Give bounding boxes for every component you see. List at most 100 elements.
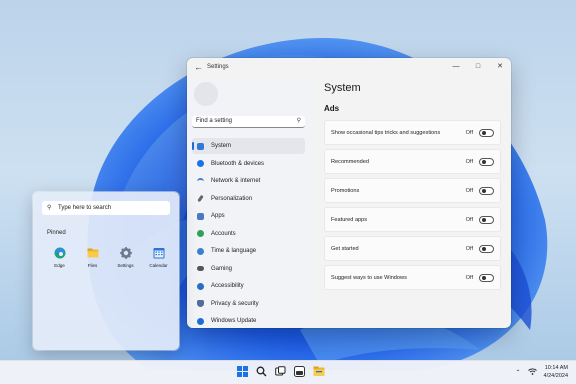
setting-row-featured-apps[interactable]: Featured apps Off — [324, 207, 501, 232]
title-bar: ← Settings — □ ✕ — [187, 58, 511, 78]
start-menu: ⚲ Type here to search Pinned Edge Files … — [33, 192, 179, 350]
sidebar-item-gaming[interactable]: Gaming — [192, 261, 305, 277]
search-icon: ⚲ — [296, 118, 301, 124]
toggle-state: Off — [465, 129, 473, 136]
sidebar-item-label: Network & internet — [211, 178, 261, 184]
find-setting-input[interactable]: Find a setting ⚲ — [192, 116, 305, 128]
toggle-state: Off — [465, 158, 473, 165]
search-icon: ⚲ — [47, 205, 52, 211]
sidebar-item-accessibility[interactable]: Accessibility — [192, 278, 305, 294]
sidebar-item-apps[interactable]: Apps — [192, 208, 305, 224]
widgets-icon — [294, 364, 305, 382]
search-placeholder: Type here to search — [58, 205, 112, 211]
pinned-app-calendar[interactable]: Calendar — [142, 246, 175, 268]
wifi-icon — [197, 177, 204, 185]
settings-nav: System Bluetooth & devices Network & int… — [192, 138, 305, 328]
globe-icon — [197, 247, 204, 255]
task-view-button[interactable] — [271, 365, 290, 381]
app-name: Files — [87, 263, 98, 268]
clock-time: 10:14 AM — [544, 365, 568, 371]
toggle-switch[interactable] — [479, 273, 494, 282]
sidebar-item-system[interactable]: System — [192, 138, 305, 154]
apps-icon — [197, 212, 204, 220]
sidebar-item-label: System — [211, 143, 232, 149]
toggle-state: Off — [465, 187, 473, 194]
brush-icon — [197, 194, 204, 203]
sidebar-item-network[interactable]: Network & internet — [192, 173, 305, 189]
close-icon[interactable]: ✕ — [489, 58, 511, 74]
setting-label: Show occasional tips tricks and suggesti… — [331, 129, 441, 136]
person-icon — [197, 230, 204, 237]
shield-icon — [197, 300, 204, 307]
start-button[interactable] — [233, 365, 252, 381]
sidebar-item-privacy[interactable]: Privacy & security — [192, 296, 305, 312]
sidebar-item-windows-update[interactable]: Windows Update — [192, 313, 305, 328]
settings-sidebar: Find a setting ⚲ System Bluetooth & devi… — [187, 78, 313, 328]
toggle-switch[interactable] — [479, 128, 494, 137]
pinned-app-edge[interactable]: Edge — [43, 246, 76, 268]
sidebar-item-bluetooth[interactable]: Bluetooth & devices — [192, 156, 305, 172]
toggle-state: Off — [465, 274, 473, 281]
maximize-icon[interactable]: □ — [467, 58, 489, 74]
setting-label: Get started — [331, 245, 359, 252]
sidebar-item-time-language[interactable]: Time & language — [192, 243, 305, 259]
controller-icon — [197, 266, 204, 271]
app-name: Calendar — [149, 263, 168, 268]
toggle-state: Off — [465, 245, 473, 252]
setting-label: Suggest ways to use Windows — [331, 274, 407, 281]
settings-window: ← Settings — □ ✕ Find a setting ⚲ System… — [187, 58, 511, 328]
window-title: Settings — [207, 64, 229, 70]
sidebar-item-label: Apps — [211, 213, 225, 219]
toggle-switch[interactable] — [479, 186, 494, 195]
chevron-up-icon[interactable]: ⌃ — [516, 369, 521, 376]
sidebar-item-label: Windows Update — [211, 318, 257, 324]
accessibility-icon — [197, 282, 204, 290]
setting-row-promotions[interactable]: Promotions Off — [324, 178, 501, 203]
setting-row-get-started[interactable]: Get started Off — [324, 236, 501, 261]
sidebar-item-label: Time & language — [211, 248, 257, 254]
sidebar-item-label: Gaming — [211, 265, 233, 272]
start-search-input[interactable]: ⚲ Type here to search — [42, 201, 170, 215]
pinned-heading: Pinned — [47, 230, 66, 236]
section-title: Ads — [324, 104, 340, 113]
settings-content: System Ads Show occasional tips tricks a… — [313, 78, 511, 328]
toggle-switch[interactable] — [479, 157, 494, 166]
setting-label: Promotions — [331, 187, 360, 194]
update-icon — [197, 317, 204, 325]
clock[interactable]: 10:14 AM 4/24/2024 — [544, 364, 568, 380]
page-title: System — [324, 82, 361, 94]
file-explorer-icon — [313, 364, 325, 382]
widgets-button[interactable] — [290, 365, 309, 381]
wifi-icon[interactable] — [527, 368, 537, 377]
app-name: Settings — [117, 263, 134, 268]
setting-row-suggest-ways[interactable]: Suggest ways to use Windows Off — [324, 265, 501, 290]
sidebar-item-label: Privacy & security — [211, 300, 259, 307]
folder-icon — [87, 246, 99, 258]
sidebar-item-label: Accessibility — [211, 283, 244, 289]
setting-label: Recommended — [331, 158, 369, 165]
setting-label: Featured apps — [331, 216, 368, 223]
clock-date: 4/24/2024 — [543, 373, 568, 379]
avatar[interactable] — [194, 82, 218, 106]
edge-icon — [54, 246, 66, 259]
taskbar-search-button[interactable] — [252, 365, 271, 381]
sidebar-item-label: Personalization — [211, 195, 253, 202]
task-view-icon — [275, 364, 286, 382]
app-name: Edge — [54, 263, 65, 268]
sidebar-item-accounts[interactable]: Accounts — [192, 226, 305, 242]
pinned-app-files[interactable]: Files — [76, 246, 109, 268]
setting-row-tips[interactable]: Show occasional tips tricks and suggesti… — [324, 120, 501, 145]
taskbar-apps — [233, 365, 328, 381]
system-tray: ⌃ 10:14 AM 4/24/2024 — [516, 364, 569, 380]
search-placeholder: Find a setting — [196, 118, 233, 124]
sidebar-item-label: Bluetooth & devices — [211, 160, 265, 167]
file-explorer-button[interactable] — [309, 365, 328, 381]
sidebar-item-personalization[interactable]: Personalization — [192, 191, 305, 207]
toggle-switch[interactable] — [479, 215, 494, 224]
setting-row-recommended[interactable]: Recommended Off — [324, 149, 501, 174]
back-arrow-icon[interactable]: ← — [194, 62, 203, 72]
minimize-icon[interactable]: — — [445, 58, 467, 74]
pinned-app-settings[interactable]: Settings — [109, 246, 142, 268]
bluetooth-icon — [197, 160, 204, 167]
toggle-switch[interactable] — [479, 244, 494, 253]
